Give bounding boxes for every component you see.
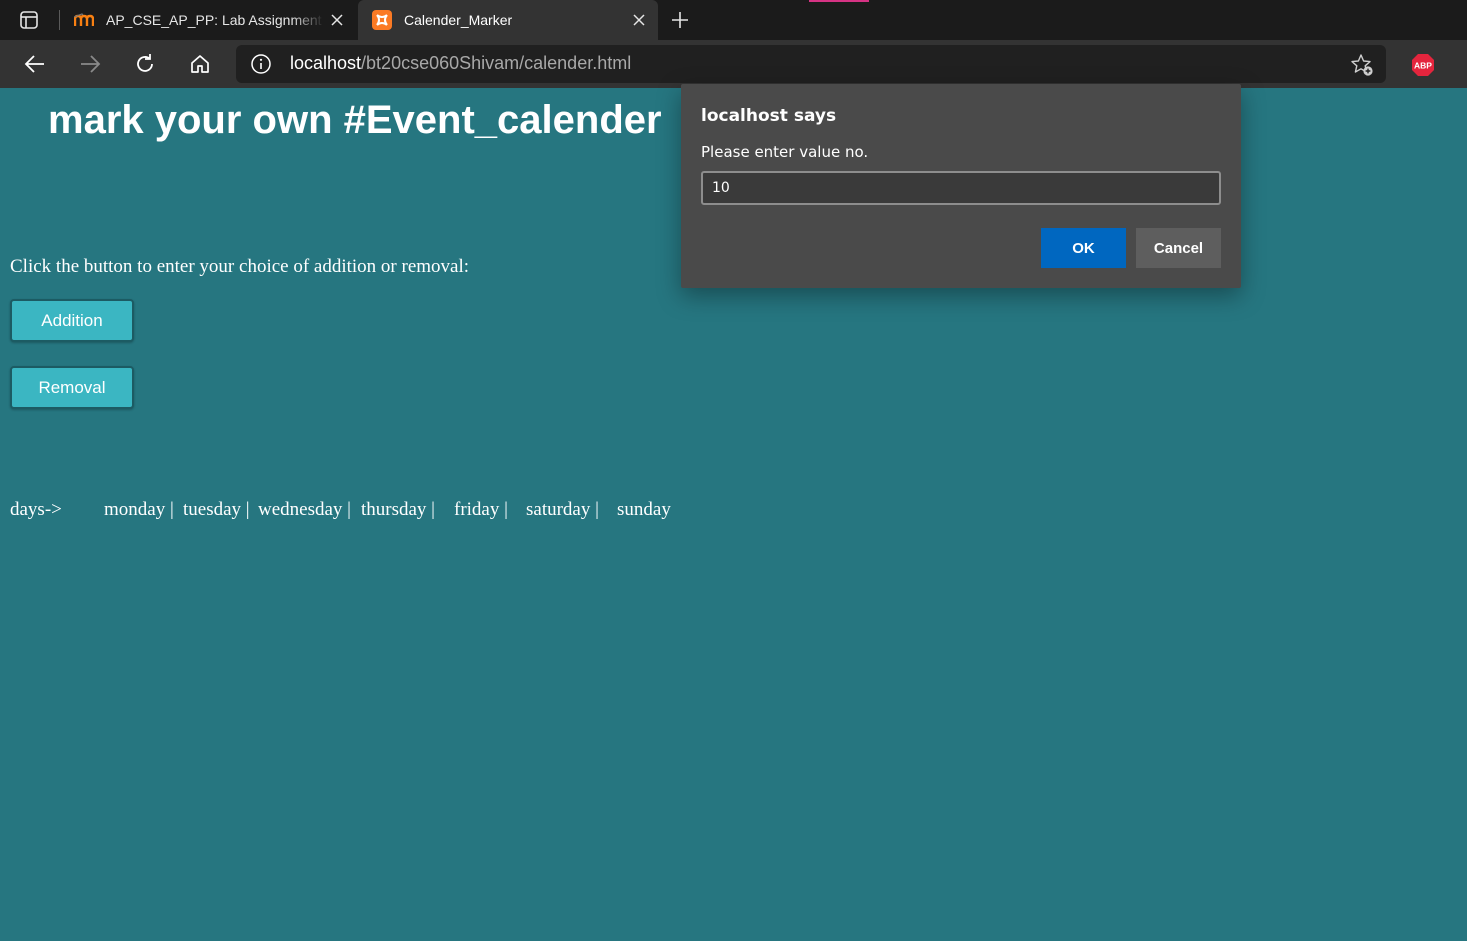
close-tab-icon[interactable]: [630, 11, 648, 29]
day-thursday: thursday |: [361, 499, 435, 520]
days-label: days->: [10, 499, 62, 520]
moodle-icon: [74, 10, 94, 30]
site-info-icon[interactable]: [250, 53, 272, 75]
refresh-button[interactable]: [131, 50, 159, 78]
day-monday: monday |: [104, 499, 174, 520]
adblock-plus-icon: ABP: [1412, 54, 1434, 76]
dialog-message: Please enter value no.: [701, 143, 869, 161]
forward-button[interactable]: [76, 50, 104, 78]
cancel-button[interactable]: Cancel: [1136, 228, 1221, 268]
back-button[interactable]: [21, 50, 49, 78]
tab-title: AP_CSE_AP_PP: Lab Assignment (: [106, 12, 324, 28]
day-tuesday: tuesday |: [183, 499, 250, 520]
browser-toolbar: localhost/bt20cse060Shivam/calender.html…: [0, 40, 1467, 88]
url-text[interactable]: localhost/bt20cse060Shivam/calender.html: [290, 53, 631, 74]
instruction-text: Click the button to enter your choice of…: [10, 256, 470, 277]
days-row: days-> monday | tuesday | wednesday | th…: [10, 499, 671, 719]
tab-calender-marker[interactable]: Calender_Marker: [358, 0, 658, 40]
add-favorite-icon[interactable]: [1350, 53, 1374, 77]
tab-actions-button[interactable]: [10, 6, 48, 34]
day-friday: friday |: [454, 499, 508, 520]
ok-button[interactable]: OK: [1041, 228, 1126, 268]
page-title: mark your own #Event_calender: [48, 98, 662, 142]
media-indicator: [809, 0, 869, 2]
back-arrow-icon: [24, 55, 44, 73]
day-wednesday: wednesday |: [258, 499, 351, 520]
xampp-icon: [372, 10, 392, 30]
plus-icon: [672, 12, 688, 28]
addition-button[interactable]: Addition: [10, 299, 134, 342]
new-tab-button[interactable]: [668, 8, 692, 32]
tab-lab-assignment[interactable]: AP_CSE_AP_PP: Lab Assignment (: [60, 0, 356, 40]
forward-arrow-icon: [81, 55, 101, 73]
address-bar[interactable]: localhost/bt20cse060Shivam/calender.html: [236, 45, 1386, 83]
dialog-title: localhost says: [701, 106, 837, 126]
adblock-plus-button[interactable]: ABP: [1411, 53, 1435, 77]
close-tab-icon[interactable]: [328, 11, 346, 29]
prompt-dialog: localhost says Please enter value no. OK…: [681, 84, 1241, 288]
dialog-input[interactable]: [701, 171, 1221, 205]
home-button[interactable]: [186, 50, 214, 78]
refresh-icon: [137, 54, 153, 72]
tab-actions-icon: [20, 11, 38, 29]
day-saturday: saturday |: [526, 499, 599, 520]
url-host: localhost: [290, 53, 362, 73]
tab-title: Calender_Marker: [404, 12, 513, 28]
tab-bar: AP_CSE_AP_PP: Lab Assignment ( Calender_…: [0, 0, 1467, 40]
day-sunday: sunday: [617, 499, 671, 520]
home-icon: [191, 55, 209, 73]
removal-button[interactable]: Removal: [10, 366, 134, 409]
adblock-badge-text: ABP: [1414, 61, 1432, 71]
url-path: /bt20cse060Shivam/calender.html: [361, 53, 632, 73]
